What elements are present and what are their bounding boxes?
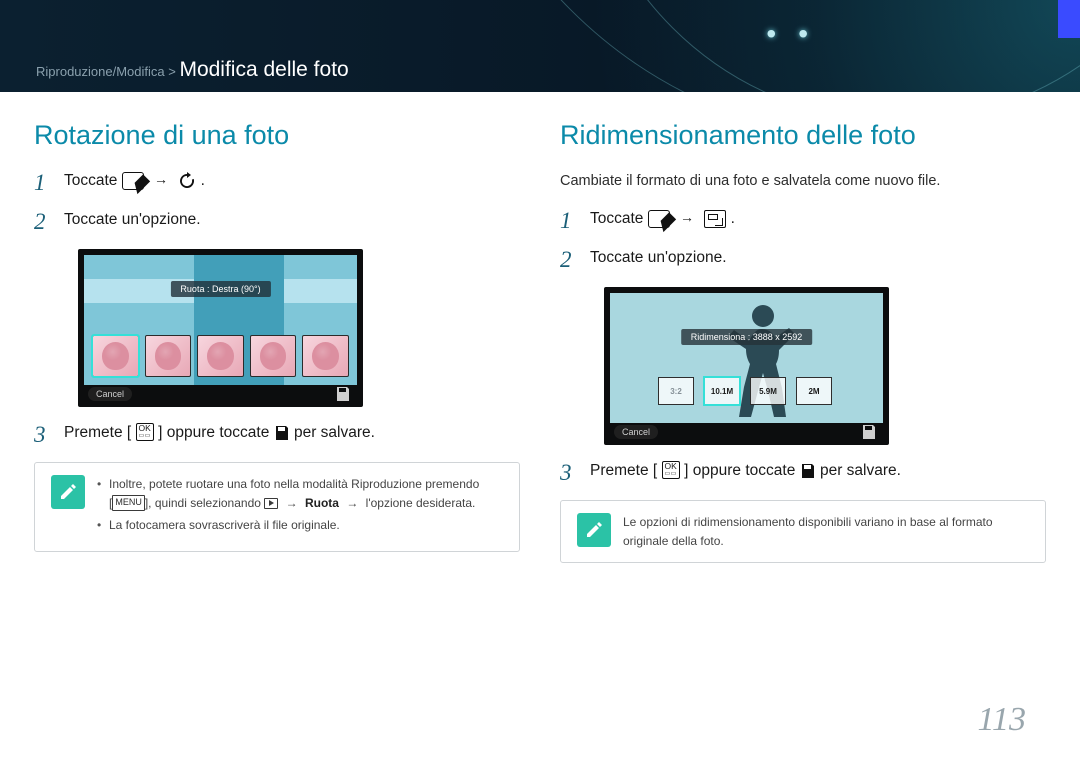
step-text: Toccate un'opzione. xyxy=(64,210,201,231)
manual-page: •• Riproduzione/Modifica > Modifica dell… xyxy=(0,0,1080,765)
resize-intro: Cambiate il formato di una foto e salvat… xyxy=(560,171,1046,191)
screenshot-bottom-bar: Cancel xyxy=(610,423,883,439)
step-text-part: ] oppure toccate xyxy=(684,462,795,479)
rotation-step-3: 3 Premete [ OK▭▭ ] oppure toccate per sa… xyxy=(34,423,520,446)
step-text-part: Toccate xyxy=(590,210,643,227)
section-color-tab xyxy=(1058,0,1080,38)
ok-button-icon: OK▭▭ xyxy=(136,423,154,441)
save-icon xyxy=(274,425,290,441)
edit-image-icon xyxy=(122,172,144,190)
note-pen-icon xyxy=(577,513,611,547)
save-icon xyxy=(800,463,816,479)
menu-icon: MENU xyxy=(112,495,145,511)
arrow-icon: → xyxy=(148,171,174,187)
step-text: Premete [ OK▭▭ ] oppure toccate per salv… xyxy=(64,423,375,444)
note-box-resize: Le opzioni di ridimensionamento disponib… xyxy=(560,500,1046,563)
overlay-label: Ruota : Destra (90°) xyxy=(170,281,270,297)
screenshot-bottom-bar: Cancel xyxy=(84,385,357,401)
step-number: 2 xyxy=(34,210,52,233)
breadcrumb-path: Riproduzione/Modifica > xyxy=(36,64,176,79)
content-columns: Rotazione di una foto 1 Toccate → . 2 To… xyxy=(0,92,1080,563)
step-text-part: per salvare. xyxy=(820,462,901,479)
column-resize: Ridimensionamento delle foto Cambiate il… xyxy=(560,120,1046,563)
note-line: La fotocamera sovrascriverà il file orig… xyxy=(97,516,479,535)
rotation-option-row xyxy=(92,335,349,377)
step-text-part: Premete [ xyxy=(64,424,131,441)
column-rotation: Rotazione di una foto 1 Toccate → . 2 To… xyxy=(34,120,520,563)
screenshot-canvas: Ruota : Destra (90°) xyxy=(84,255,357,385)
rotate-option[interactable] xyxy=(302,335,349,377)
rotate-option[interactable] xyxy=(145,335,192,377)
step-text: Toccate un'opzione. xyxy=(590,248,727,269)
decorative-dots: •• xyxy=(766,18,830,50)
page-title: Modifica delle foto xyxy=(179,58,348,81)
rotate-option[interactable] xyxy=(197,335,244,377)
arrow-icon: → xyxy=(282,496,302,510)
heading-rotation: Rotazione di una foto xyxy=(34,120,520,151)
cancel-button[interactable]: Cancel xyxy=(88,387,132,401)
resize-screenshot: Ridimensiona : 3888 x 2592 3:2 10.1M 5.9… xyxy=(604,287,889,445)
note-body: Inoltre, potete ruotare una foto nella m… xyxy=(97,475,479,539)
step-number: 2 xyxy=(560,248,578,271)
page-number: 113 xyxy=(978,701,1026,739)
step-text-part: . xyxy=(201,172,205,189)
note-bold: Ruota xyxy=(305,496,339,510)
step-text-part: per salvare. xyxy=(294,424,375,441)
overlay-label: Ridimensiona : 3888 x 2592 xyxy=(681,329,813,345)
resize-step-3: 3 Premete [ OK▭▭ ] oppure toccate per sa… xyxy=(560,461,1046,484)
note-body: Le opzioni di ridimensionamento disponib… xyxy=(623,513,1029,550)
playback-icon xyxy=(264,498,278,509)
step-text-part: Premete [ xyxy=(590,462,657,479)
step-number: 3 xyxy=(34,423,52,446)
size-option[interactable]: 3:2 xyxy=(658,377,694,405)
save-icon[interactable] xyxy=(335,387,353,401)
step-text-part: ] oppure toccate xyxy=(158,424,269,441)
cancel-button[interactable]: Cancel xyxy=(614,425,658,439)
screenshot-canvas: Ridimensiona : 3888 x 2592 3:2 10.1M 5.9… xyxy=(610,293,883,423)
breadcrumb: Riproduzione/Modifica > Modifica delle f… xyxy=(36,58,349,82)
resize-icon xyxy=(704,210,726,228)
save-icon[interactable] xyxy=(861,425,879,439)
step-number: 1 xyxy=(34,171,52,194)
size-option-row: 3:2 10.1M 5.9M 2M xyxy=(658,377,832,405)
rotate-icon xyxy=(178,172,196,190)
page-header: •• Riproduzione/Modifica > Modifica dell… xyxy=(0,0,1080,92)
edit-image-icon xyxy=(648,210,670,228)
size-option[interactable]: 10.1M xyxy=(704,377,740,405)
arrow-icon: → xyxy=(342,496,362,510)
arrow-icon: → xyxy=(674,209,700,225)
resize-step-1: 1 Toccate → . xyxy=(560,209,1046,232)
step-text: Premete [ OK▭▭ ] oppure toccate per salv… xyxy=(590,461,901,482)
step-number: 1 xyxy=(560,209,578,232)
ok-button-icon: OK▭▭ xyxy=(662,461,680,479)
rotation-step-2: 2 Toccate un'opzione. xyxy=(34,210,520,233)
rotate-option[interactable] xyxy=(92,335,139,377)
rotate-option[interactable] xyxy=(250,335,297,377)
heading-resize: Ridimensionamento delle foto xyxy=(560,120,1046,151)
step-text: Toccate → . xyxy=(590,209,735,230)
size-option[interactable]: 5.9M xyxy=(750,377,786,405)
step-text-part: Toccate xyxy=(64,172,117,189)
step-number: 3 xyxy=(560,461,578,484)
note-line: Inoltre, potete ruotare una foto nella m… xyxy=(97,475,479,512)
rotation-screenshot: Ruota : Destra (90°) Cancel xyxy=(78,249,363,407)
step-text-part: . xyxy=(731,210,735,227)
rotation-step-1: 1 Toccate → . xyxy=(34,171,520,194)
step-text: Toccate → . xyxy=(64,171,205,192)
note-box-rotation: Inoltre, potete ruotare una foto nella m… xyxy=(34,462,520,552)
resize-step-2: 2 Toccate un'opzione. xyxy=(560,248,1046,271)
size-option[interactable]: 2M xyxy=(796,377,832,405)
note-pen-icon xyxy=(51,475,85,509)
